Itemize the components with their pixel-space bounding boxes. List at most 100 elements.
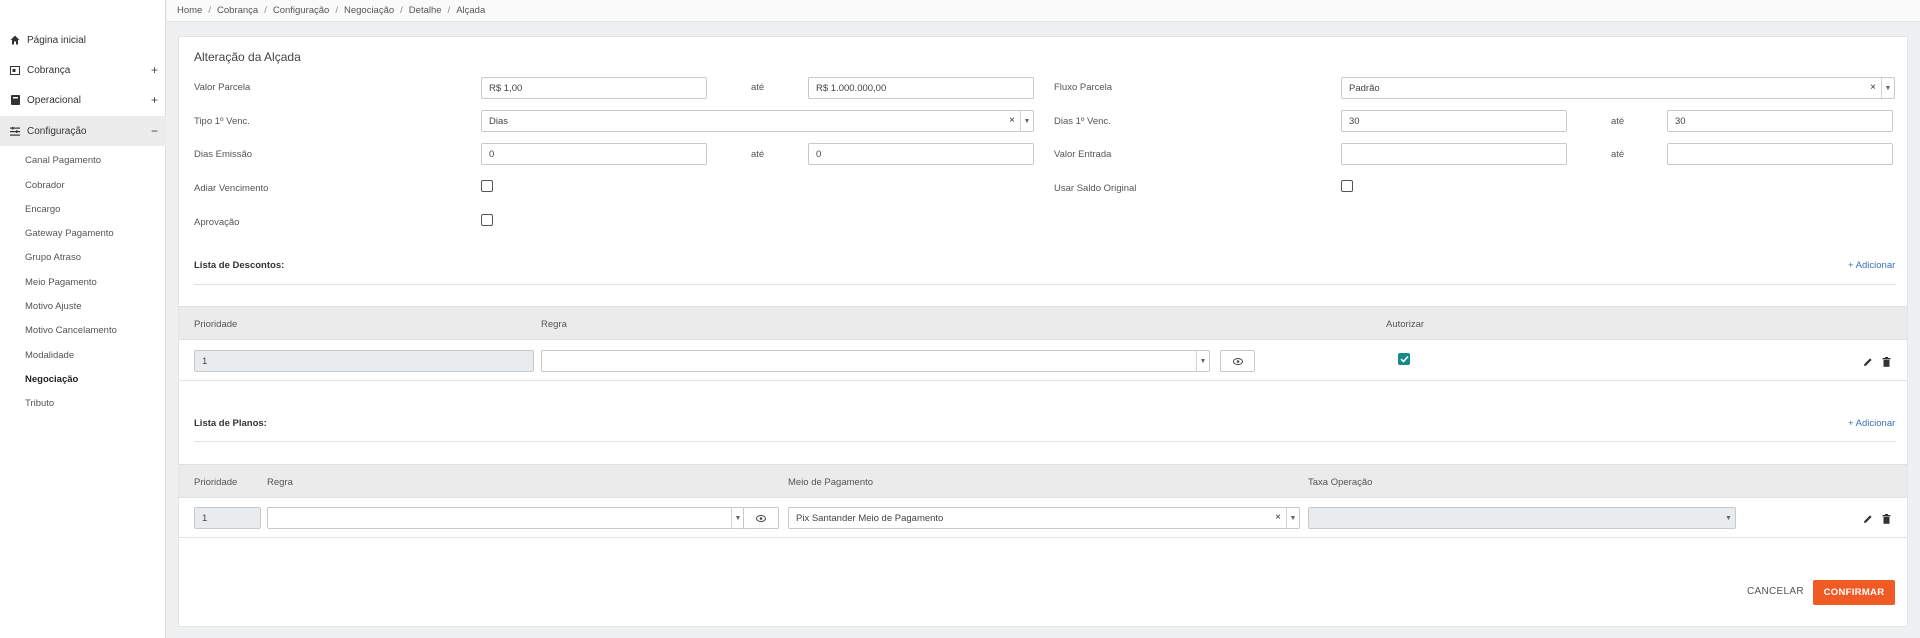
sidebar-item-label: Página inicial bbox=[27, 34, 86, 46]
valor-entrada-to-input[interactable] bbox=[1667, 143, 1893, 165]
box-icon bbox=[10, 95, 20, 105]
column-header: Regra bbox=[541, 319, 567, 330]
dias-venc-from-input[interactable]: 30 bbox=[1341, 110, 1567, 132]
card-icon bbox=[10, 65, 20, 75]
usar-saldo-checkbox[interactable] bbox=[1341, 180, 1353, 192]
add-plano-link[interactable]: + Adicionar bbox=[1848, 418, 1895, 429]
delete-icon[interactable] bbox=[1880, 513, 1892, 525]
settings-list-icon bbox=[10, 126, 20, 136]
adiar-vencimento-label: Adiar Vencimento bbox=[194, 183, 269, 194]
sidebar-subitem-encargo[interactable]: Encargo bbox=[25, 204, 60, 215]
usar-saldo-label: Usar Saldo Original bbox=[1054, 183, 1137, 194]
divider bbox=[179, 537, 1907, 538]
add-desconto-link[interactable]: + Adicionar bbox=[1848, 260, 1895, 271]
collapse-icon[interactable]: − bbox=[151, 124, 158, 138]
dias-venc-to-input[interactable]: 30 bbox=[1667, 110, 1893, 132]
divider bbox=[179, 380, 1907, 381]
chevron-down-icon[interactable]: ▼ bbox=[1286, 508, 1299, 528]
desconto-prioridade-input[interactable]: 1 bbox=[194, 350, 534, 372]
planos-title: Lista de Planos: bbox=[194, 418, 267, 429]
breadcrumb-configuracao[interactable]: Configuração bbox=[273, 5, 330, 16]
planos-table-header: Prioridade Regra Meio de Pagamento Taxa … bbox=[179, 464, 1907, 498]
column-header: Autorizar bbox=[1386, 319, 1425, 330]
clear-icon[interactable]: × bbox=[1870, 82, 1876, 93]
sidebar-item-operacional[interactable]: Operacional + bbox=[0, 85, 166, 115]
eye-icon bbox=[1232, 357, 1243, 365]
ate-label: até bbox=[751, 149, 765, 160]
breadcrumb-negociacao[interactable]: Negociação bbox=[344, 5, 394, 16]
sidebar-subitem-canal-pagamento[interactable]: Canal Pagamento bbox=[25, 155, 101, 166]
sidebar-subitem-modalidade[interactable]: Modalidade bbox=[25, 350, 74, 361]
dias-emissao-from-input[interactable]: 0 bbox=[481, 143, 707, 165]
aprovacao-label: Aprovação bbox=[194, 217, 240, 228]
aprovacao-checkbox[interactable] bbox=[481, 214, 493, 226]
plano-regra-select[interactable]: ▼ bbox=[267, 507, 745, 529]
eye-icon bbox=[756, 514, 766, 522]
check-icon bbox=[1399, 355, 1409, 363]
edit-icon[interactable] bbox=[1862, 356, 1874, 368]
sidebar-subitem-tributo[interactable]: Tributo bbox=[25, 398, 54, 409]
breadcrumb-detalhe[interactable]: Detalhe bbox=[409, 5, 442, 16]
chevron-down-icon[interactable]: ▼ bbox=[1722, 508, 1735, 528]
column-header: Taxa Operação bbox=[1308, 477, 1373, 488]
delete-icon[interactable] bbox=[1880, 356, 1892, 368]
tipo-venc-value: Dias bbox=[489, 115, 509, 127]
clear-icon[interactable]: × bbox=[1275, 512, 1281, 523]
sidebar-item-label: Configuração bbox=[27, 125, 87, 137]
sidebar-subitem-motivo-ajuste[interactable]: Motivo Ajuste bbox=[25, 301, 82, 312]
fluxo-parcela-label: Fluxo Parcela bbox=[1054, 82, 1113, 93]
adiar-vencimento-checkbox[interactable] bbox=[481, 180, 493, 192]
sidebar: Página inicial Cobrança + Operacional + … bbox=[0, 0, 166, 638]
autorizar-checkbox[interactable] bbox=[1398, 353, 1410, 365]
sidebar-item-home[interactable]: Página inicial bbox=[0, 25, 166, 55]
dias-emissao-label: Dias Emissão bbox=[194, 149, 253, 160]
sidebar-item-cobranca[interactable]: Cobrança + bbox=[0, 55, 166, 85]
view-rule-button[interactable] bbox=[743, 507, 779, 529]
desconto-regra-select[interactable]: ▼ bbox=[541, 350, 1210, 372]
sidebar-item-configuracao[interactable]: Configuração − bbox=[0, 116, 166, 146]
valor-parcela-to-input[interactable]: R$ 1.000.000,00 bbox=[808, 77, 1034, 99]
chevron-down-icon[interactable]: ▼ bbox=[1881, 78, 1894, 98]
ate-label: até bbox=[751, 82, 765, 93]
breadcrumb-home[interactable]: Home bbox=[177, 5, 202, 16]
view-rule-button[interactable] bbox=[1220, 350, 1255, 372]
valor-entrada-from-input[interactable] bbox=[1341, 143, 1567, 165]
column-header: Prioridade bbox=[194, 319, 238, 330]
breadcrumb-cobranca[interactable]: Cobrança bbox=[217, 5, 258, 16]
sidebar-subitem-grupo-atraso[interactable]: Grupo Atraso bbox=[25, 252, 81, 263]
descontos-title: Lista de Descontos: bbox=[194, 260, 285, 271]
ate-label: até bbox=[1611, 116, 1625, 127]
divider bbox=[194, 284, 1896, 285]
breadcrumb: Home / Cobrança / Configuração / Negociação… bbox=[167, 0, 1920, 22]
edit-icon[interactable] bbox=[1862, 513, 1874, 525]
taxa-operacao-select[interactable]: ▼ bbox=[1308, 507, 1736, 529]
clear-icon[interactable]: × bbox=[1009, 115, 1015, 126]
sidebar-item-label: Operacional bbox=[27, 94, 81, 106]
meio-pagamento-select[interactable]: Pix Santander Meio de Pagamento × ▼ bbox=[788, 507, 1300, 529]
sidebar-subitem-negociacao[interactable]: Negociação bbox=[25, 374, 78, 385]
chevron-down-icon[interactable]: ▼ bbox=[1196, 351, 1209, 371]
sidebar-subitem-cobrador[interactable]: Cobrador bbox=[25, 180, 65, 191]
breadcrumb-alcada: Alçada bbox=[456, 5, 486, 16]
column-header: Regra bbox=[267, 477, 293, 488]
fluxo-parcela-select[interactable]: Padrão × ▼ bbox=[1341, 77, 1895, 99]
dias-venc-label: Dias 1º Venc. bbox=[1054, 116, 1111, 127]
sidebar-subitem-gateway-pagamento[interactable]: Gateway Pagamento bbox=[25, 228, 114, 239]
cancel-button[interactable]: CANCELAR bbox=[1747, 586, 1804, 597]
plano-prioridade-input[interactable]: 1 bbox=[194, 507, 261, 529]
divider bbox=[194, 441, 1896, 442]
chevron-down-icon[interactable]: ▼ bbox=[1020, 111, 1033, 131]
fluxo-parcela-value: Padrão bbox=[1349, 82, 1380, 94]
expand-icon[interactable]: + bbox=[151, 93, 158, 107]
tipo-venc-select[interactable]: Dias × ▼ bbox=[481, 110, 1034, 132]
alcada-form-card: Alteração da Alçada Valor Parcela R$ 1,0… bbox=[178, 36, 1908, 627]
sidebar-item-label: Cobrança bbox=[27, 64, 71, 76]
expand-icon[interactable]: + bbox=[151, 63, 158, 77]
meio-pagamento-value: Pix Santander Meio de Pagamento bbox=[796, 512, 944, 524]
valor-parcela-from-input[interactable]: R$ 1,00 bbox=[481, 77, 707, 99]
dias-emissao-to-input[interactable]: 0 bbox=[808, 143, 1034, 165]
sidebar-subitem-meio-pagamento[interactable]: Meio Pagamento bbox=[25, 277, 97, 288]
confirm-button[interactable]: CONFIRMAR bbox=[1813, 580, 1895, 605]
sidebar-subitem-motivo-cancelamento[interactable]: Motivo Cancelamento bbox=[25, 325, 117, 336]
ate-label: até bbox=[1611, 149, 1625, 160]
